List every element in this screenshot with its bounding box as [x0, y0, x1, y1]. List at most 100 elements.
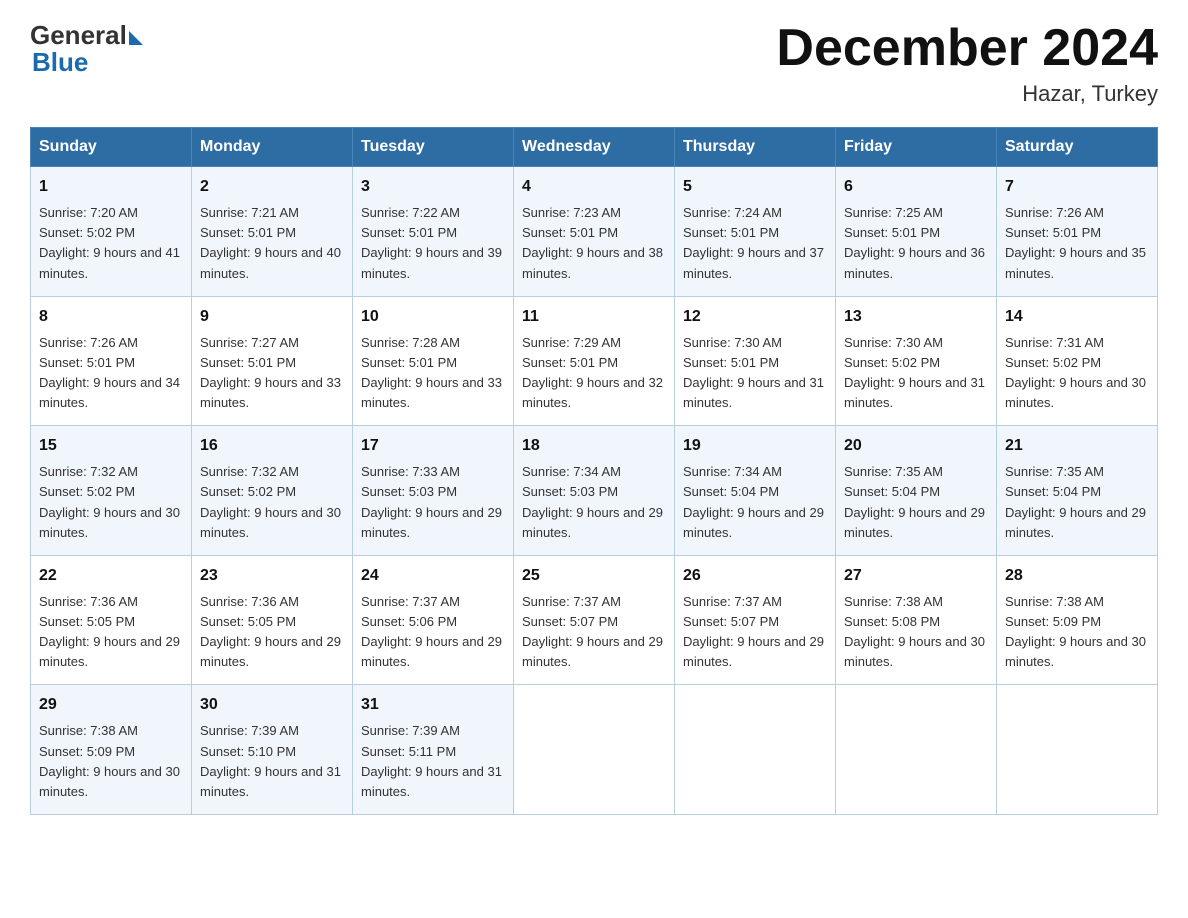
- day-number: 23: [200, 564, 344, 588]
- calendar-week-row: 15 Sunrise: 7:32 AMSunset: 5:02 PMDaylig…: [31, 426, 1158, 556]
- day-number: 25: [522, 564, 666, 588]
- table-row: 22 Sunrise: 7:36 AMSunset: 5:05 PMDaylig…: [31, 555, 192, 685]
- day-number: 17: [361, 434, 505, 458]
- day-info: Sunrise: 7:26 AMSunset: 5:01 PMDaylight:…: [39, 335, 180, 410]
- day-info: Sunrise: 7:24 AMSunset: 5:01 PMDaylight:…: [683, 205, 824, 280]
- col-sunday: Sunday: [31, 128, 192, 167]
- day-info: Sunrise: 7:34 AMSunset: 5:04 PMDaylight:…: [683, 464, 824, 539]
- logo-blue-text: Blue: [30, 47, 88, 78]
- day-info: Sunrise: 7:37 AMSunset: 5:06 PMDaylight:…: [361, 594, 502, 669]
- table-row: 7 Sunrise: 7:26 AMSunset: 5:01 PMDayligh…: [997, 167, 1158, 297]
- day-number: 27: [844, 564, 988, 588]
- day-number: 29: [39, 693, 183, 717]
- day-number: 18: [522, 434, 666, 458]
- table-row: 28 Sunrise: 7:38 AMSunset: 5:09 PMDaylig…: [997, 555, 1158, 685]
- table-row: 2 Sunrise: 7:21 AMSunset: 5:01 PMDayligh…: [192, 167, 353, 297]
- location-label: Hazar, Turkey: [776, 81, 1158, 107]
- day-info: Sunrise: 7:32 AMSunset: 5:02 PMDaylight:…: [200, 464, 341, 539]
- day-info: Sunrise: 7:22 AMSunset: 5:01 PMDaylight:…: [361, 205, 502, 280]
- day-info: Sunrise: 7:28 AMSunset: 5:01 PMDaylight:…: [361, 335, 502, 410]
- day-info: Sunrise: 7:38 AMSunset: 5:09 PMDaylight:…: [1005, 594, 1146, 669]
- calendar-table: Sunday Monday Tuesday Wednesday Thursday…: [30, 127, 1158, 815]
- table-row: 11 Sunrise: 7:29 AMSunset: 5:01 PMDaylig…: [514, 296, 675, 426]
- day-number: 12: [683, 305, 827, 329]
- table-row: 19 Sunrise: 7:34 AMSunset: 5:04 PMDaylig…: [675, 426, 836, 556]
- day-number: 1: [39, 175, 183, 199]
- table-row: 4 Sunrise: 7:23 AMSunset: 5:01 PMDayligh…: [514, 167, 675, 297]
- day-info: Sunrise: 7:32 AMSunset: 5:02 PMDaylight:…: [39, 464, 180, 539]
- page-header: General Blue December 2024 Hazar, Turkey: [30, 20, 1158, 107]
- table-row: 26 Sunrise: 7:37 AMSunset: 5:07 PMDaylig…: [675, 555, 836, 685]
- day-info: Sunrise: 7:23 AMSunset: 5:01 PMDaylight:…: [522, 205, 663, 280]
- day-number: 15: [39, 434, 183, 458]
- day-number: 14: [1005, 305, 1149, 329]
- day-info: Sunrise: 7:30 AMSunset: 5:02 PMDaylight:…: [844, 335, 985, 410]
- month-title: December 2024: [776, 20, 1158, 77]
- day-info: Sunrise: 7:30 AMSunset: 5:01 PMDaylight:…: [683, 335, 824, 410]
- day-number: 5: [683, 175, 827, 199]
- day-info: Sunrise: 7:34 AMSunset: 5:03 PMDaylight:…: [522, 464, 663, 539]
- table-row: [997, 685, 1158, 815]
- table-row: 3 Sunrise: 7:22 AMSunset: 5:01 PMDayligh…: [353, 167, 514, 297]
- table-row: 29 Sunrise: 7:38 AMSunset: 5:09 PMDaylig…: [31, 685, 192, 815]
- table-row: 16 Sunrise: 7:32 AMSunset: 5:02 PMDaylig…: [192, 426, 353, 556]
- calendar-header-row: Sunday Monday Tuesday Wednesday Thursday…: [31, 128, 1158, 167]
- table-row: 14 Sunrise: 7:31 AMSunset: 5:02 PMDaylig…: [997, 296, 1158, 426]
- calendar-week-row: 8 Sunrise: 7:26 AMSunset: 5:01 PMDayligh…: [31, 296, 1158, 426]
- day-info: Sunrise: 7:36 AMSunset: 5:05 PMDaylight:…: [39, 594, 180, 669]
- table-row: 6 Sunrise: 7:25 AMSunset: 5:01 PMDayligh…: [836, 167, 997, 297]
- day-number: 13: [844, 305, 988, 329]
- table-row: 31 Sunrise: 7:39 AMSunset: 5:11 PMDaylig…: [353, 685, 514, 815]
- col-monday: Monday: [192, 128, 353, 167]
- day-info: Sunrise: 7:31 AMSunset: 5:02 PMDaylight:…: [1005, 335, 1146, 410]
- day-number: 3: [361, 175, 505, 199]
- day-info: Sunrise: 7:25 AMSunset: 5:01 PMDaylight:…: [844, 205, 985, 280]
- col-saturday: Saturday: [997, 128, 1158, 167]
- day-number: 2: [200, 175, 344, 199]
- day-number: 30: [200, 693, 344, 717]
- day-info: Sunrise: 7:27 AMSunset: 5:01 PMDaylight:…: [200, 335, 341, 410]
- col-tuesday: Tuesday: [353, 128, 514, 167]
- day-info: Sunrise: 7:37 AMSunset: 5:07 PMDaylight:…: [683, 594, 824, 669]
- col-thursday: Thursday: [675, 128, 836, 167]
- day-info: Sunrise: 7:29 AMSunset: 5:01 PMDaylight:…: [522, 335, 663, 410]
- day-info: Sunrise: 7:38 AMSunset: 5:09 PMDaylight:…: [39, 723, 180, 798]
- logo: General Blue: [30, 20, 143, 78]
- day-info: Sunrise: 7:20 AMSunset: 5:02 PMDaylight:…: [39, 205, 180, 280]
- calendar-week-row: 1 Sunrise: 7:20 AMSunset: 5:02 PMDayligh…: [31, 167, 1158, 297]
- table-row: [836, 685, 997, 815]
- day-number: 7: [1005, 175, 1149, 199]
- table-row: 1 Sunrise: 7:20 AMSunset: 5:02 PMDayligh…: [31, 167, 192, 297]
- day-info: Sunrise: 7:33 AMSunset: 5:03 PMDaylight:…: [361, 464, 502, 539]
- table-row: 12 Sunrise: 7:30 AMSunset: 5:01 PMDaylig…: [675, 296, 836, 426]
- calendar-week-row: 29 Sunrise: 7:38 AMSunset: 5:09 PMDaylig…: [31, 685, 1158, 815]
- table-row: [514, 685, 675, 815]
- table-row: 24 Sunrise: 7:37 AMSunset: 5:06 PMDaylig…: [353, 555, 514, 685]
- day-info: Sunrise: 7:39 AMSunset: 5:10 PMDaylight:…: [200, 723, 341, 798]
- table-row: [675, 685, 836, 815]
- table-row: 27 Sunrise: 7:38 AMSunset: 5:08 PMDaylig…: [836, 555, 997, 685]
- day-info: Sunrise: 7:38 AMSunset: 5:08 PMDaylight:…: [844, 594, 985, 669]
- table-row: 5 Sunrise: 7:24 AMSunset: 5:01 PMDayligh…: [675, 167, 836, 297]
- col-wednesday: Wednesday: [514, 128, 675, 167]
- logo-arrow-icon: [129, 31, 143, 45]
- title-block: December 2024 Hazar, Turkey: [776, 20, 1158, 107]
- day-info: Sunrise: 7:21 AMSunset: 5:01 PMDaylight:…: [200, 205, 341, 280]
- table-row: 13 Sunrise: 7:30 AMSunset: 5:02 PMDaylig…: [836, 296, 997, 426]
- day-number: 21: [1005, 434, 1149, 458]
- day-number: 10: [361, 305, 505, 329]
- table-row: 8 Sunrise: 7:26 AMSunset: 5:01 PMDayligh…: [31, 296, 192, 426]
- day-number: 24: [361, 564, 505, 588]
- table-row: 10 Sunrise: 7:28 AMSunset: 5:01 PMDaylig…: [353, 296, 514, 426]
- day-info: Sunrise: 7:35 AMSunset: 5:04 PMDaylight:…: [1005, 464, 1146, 539]
- day-number: 6: [844, 175, 988, 199]
- table-row: 21 Sunrise: 7:35 AMSunset: 5:04 PMDaylig…: [997, 426, 1158, 556]
- table-row: 15 Sunrise: 7:32 AMSunset: 5:02 PMDaylig…: [31, 426, 192, 556]
- day-number: 26: [683, 564, 827, 588]
- day-info: Sunrise: 7:39 AMSunset: 5:11 PMDaylight:…: [361, 723, 502, 798]
- table-row: 17 Sunrise: 7:33 AMSunset: 5:03 PMDaylig…: [353, 426, 514, 556]
- day-info: Sunrise: 7:36 AMSunset: 5:05 PMDaylight:…: [200, 594, 341, 669]
- day-number: 4: [522, 175, 666, 199]
- table-row: 20 Sunrise: 7:35 AMSunset: 5:04 PMDaylig…: [836, 426, 997, 556]
- table-row: 23 Sunrise: 7:36 AMSunset: 5:05 PMDaylig…: [192, 555, 353, 685]
